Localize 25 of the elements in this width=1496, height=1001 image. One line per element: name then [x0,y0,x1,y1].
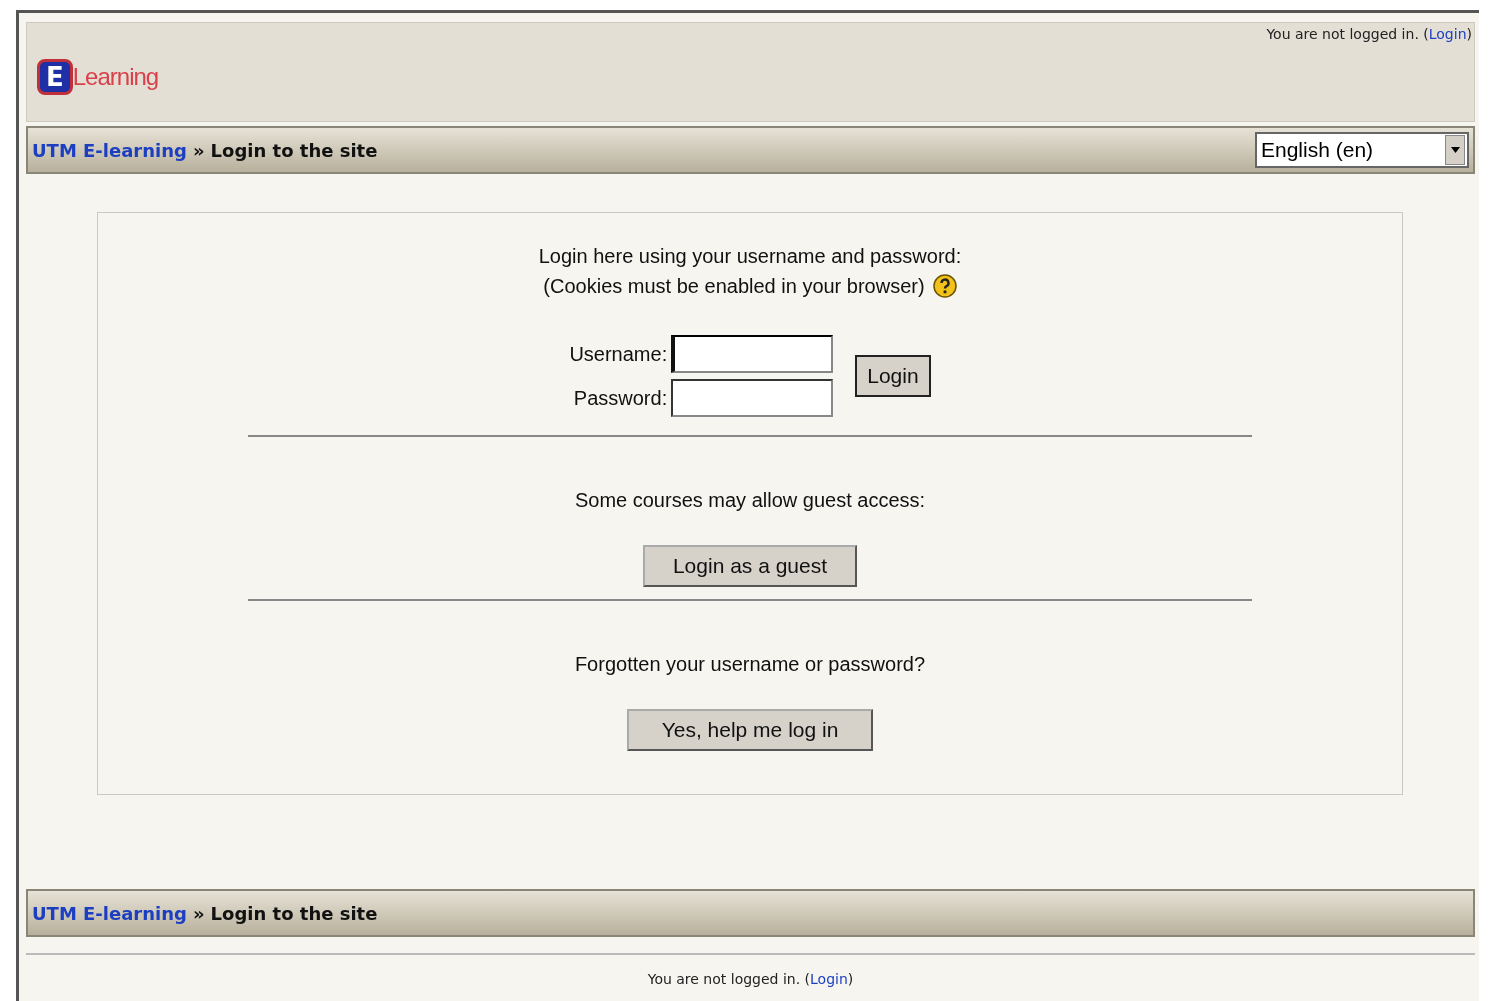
breadcrumb-link[interactable]: UTM E-learning [32,139,187,161]
login-instructions: Login here using your username and password: [538,244,962,269]
breadcrumb-separator: » [192,902,205,924]
breadcrumb-separator: » [192,139,205,161]
guest-access-text: Some courses may allow guest access: [574,488,926,513]
logo: E Learning [37,59,159,95]
guest-login-button[interactable]: Login as a guest [643,545,857,587]
help-icon[interactable] [932,274,957,298]
login-status: You are not logged in. (Login) [646,971,855,987]
field-label: Username: [569,342,668,367]
breadcrumb-current: Login to the site [210,139,378,161]
cookies-note: (Cookies must be enabled in your browser) [543,274,925,299]
login-link[interactable]: Login [810,971,848,987]
login-status: You are not logged in. (Login) [1266,26,1472,42]
dropdown-arrow-icon [1450,147,1460,153]
language-select[interactable]: English (en) [1255,132,1469,168]
input-field[interactable] [671,335,834,373]
help-login-button[interactable]: Yes, help me log in [627,709,873,751]
breadcrumb-link[interactable]: UTM E-learning [32,902,187,924]
field-label: Password: [573,386,668,411]
forgotten-password-text: Forgotten your username or password? [574,652,926,677]
login-link[interactable]: Login [1428,26,1467,42]
breadcrumb-current: Login to the site [210,902,378,924]
input-field[interactable] [671,379,834,417]
login-button[interactable]: Login [855,355,931,397]
